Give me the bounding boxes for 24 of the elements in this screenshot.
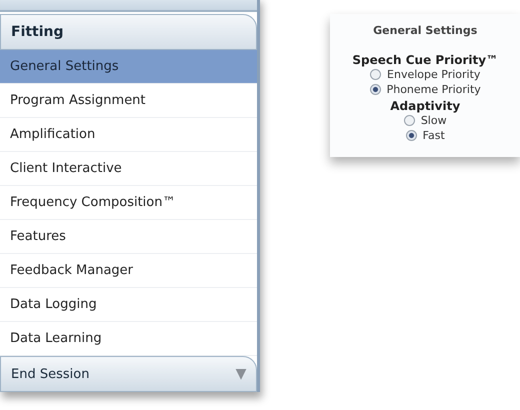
sidebar-item[interactable]: Client Interactive [0, 152, 258, 186]
radio-label: Envelope Priority [387, 68, 480, 81]
caret-icon: ▼ [236, 366, 246, 382]
sidebar-item[interactable]: Feedback Manager [0, 254, 258, 288]
radio-label: Phoneme Priority [386, 83, 481, 96]
sidebar-item[interactable]: Data Logging [0, 288, 258, 322]
radio-button[interactable] [370, 84, 381, 95]
section-label: End Session [11, 366, 90, 382]
radio-label: Fast [422, 129, 445, 142]
card-title: General Settings [373, 24, 478, 37]
section-header[interactable]: Fitting [0, 14, 258, 50]
radio-label: Slow [420, 114, 447, 127]
section-header[interactable] [0, 0, 258, 12]
sidebar-item[interactable]: Frequency Composition™ [0, 186, 258, 220]
sidebar-item[interactable]: Program Assignment [0, 84, 258, 118]
group-title: Speech Cue Priority™ [352, 53, 498, 67]
sidebar-item[interactable]: Amplification [0, 118, 258, 152]
sidebar-item[interactable]: Features [0, 220, 258, 254]
radio-button[interactable] [370, 69, 382, 80]
radio-button[interactable] [406, 130, 417, 141]
sidebar-item[interactable]: General Settings [0, 50, 258, 84]
radio-button[interactable] [404, 115, 415, 126]
end-session-header[interactable]: End Session ▼ [0, 356, 258, 392]
group-title: Adaptivity [390, 99, 460, 113]
